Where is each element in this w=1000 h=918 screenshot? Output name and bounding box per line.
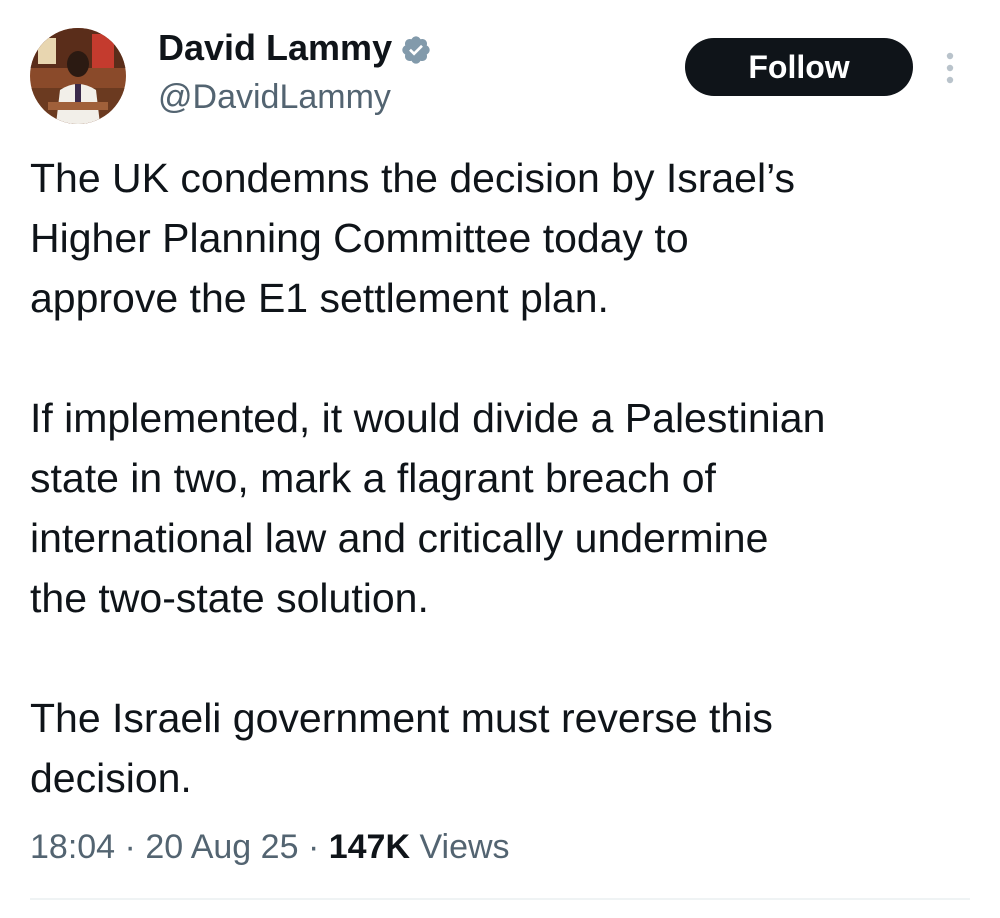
tweet-meta: 18:04 · 20 Aug 25 · 147K Views [30, 824, 510, 870]
author-name-text[interactable]: David Lammy [158, 26, 392, 70]
meta-separator: · [307, 828, 320, 866]
tweet-paragraph: If implemented, it would divide a Palest… [30, 395, 826, 621]
author-name[interactable]: David Lammy [158, 26, 432, 70]
tweet-text: The UK condemns the decision by Israel’s… [30, 148, 980, 808]
avatar-image [30, 28, 126, 124]
meta-separator: · [124, 828, 136, 866]
views-label: Views [419, 828, 510, 866]
author-handle[interactable]: @DavidLammy [158, 76, 391, 118]
tweet-paragraph: The Israeli government must reverse this… [30, 695, 773, 801]
more-vertical-icon[interactable] [938, 48, 962, 88]
verified-badge-icon[interactable] [400, 32, 432, 64]
views-count: 147K [328, 828, 410, 866]
tweet-date[interactable]: 20 Aug 25 [145, 828, 298, 866]
avatar[interactable] [30, 28, 126, 124]
follow-button[interactable]: Follow [685, 38, 913, 96]
divider [30, 898, 970, 900]
tweet-time[interactable]: 18:04 [30, 828, 115, 866]
tweet-paragraph: The UK condemns the decision by Israel’s… [30, 155, 795, 321]
